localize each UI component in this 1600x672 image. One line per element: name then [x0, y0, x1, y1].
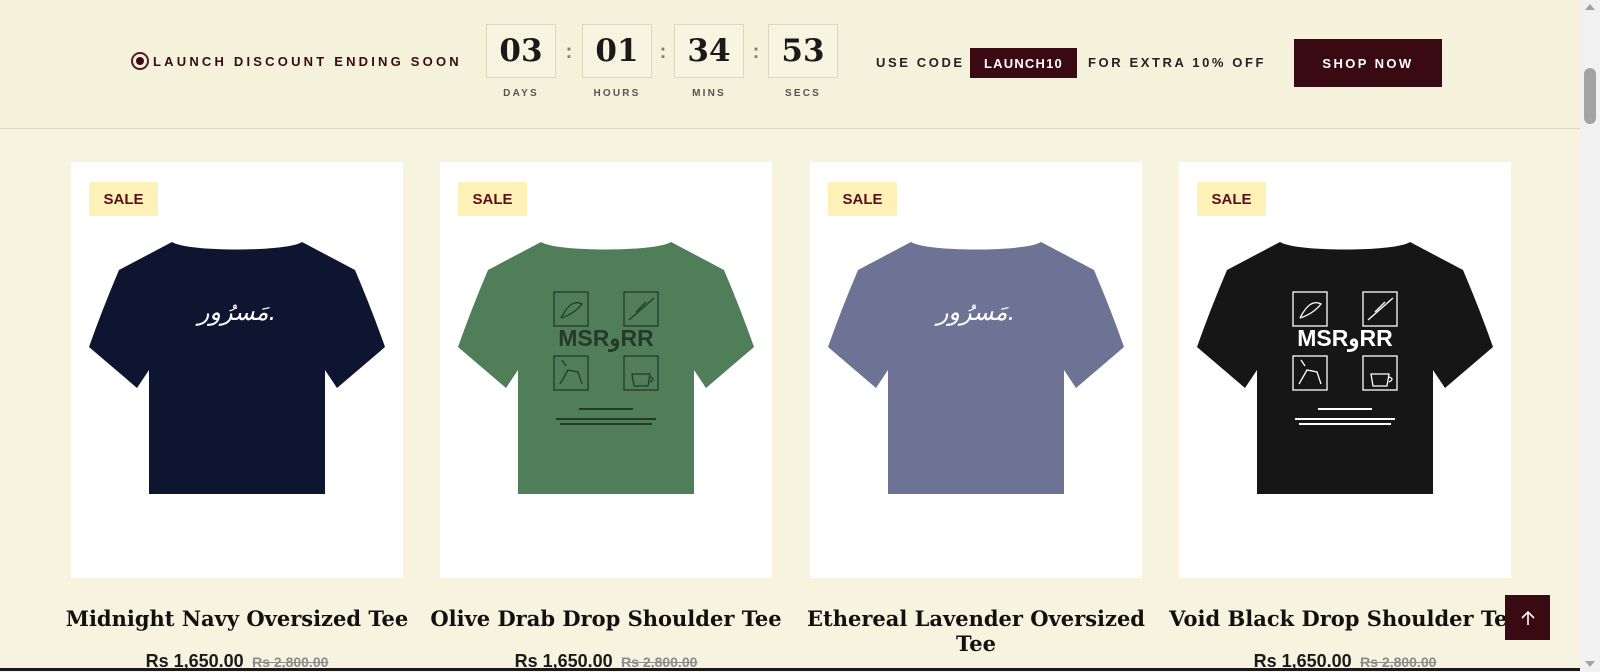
product-title[interactable]: Olive Drab Drop Shoulder Tee — [421, 606, 791, 631]
product-image[interactable]: MSRوRR — [1195, 240, 1495, 502]
scroll-up-arrow-icon[interactable] — [1585, 4, 1595, 10]
countdown-mins-value: 34 — [674, 24, 744, 78]
product-card[interactable]: SALE MSRوRR — [440, 162, 772, 578]
countdown-separator: : — [659, 41, 667, 63]
print-text: MSRوRR — [558, 325, 654, 353]
product-title-line[interactable]: Void Black Drop Shoulder Tee — [1160, 606, 1530, 631]
announcement-bar: LAUNCH DISCOUNT ENDING SOON 03 DAYS : 01… — [0, 0, 1580, 129]
sale-badge: SALE — [89, 182, 158, 216]
launch-discount-label-group: LAUNCH DISCOUNT ENDING SOON — [131, 52, 462, 70]
radio-dot-icon — [131, 52, 149, 70]
countdown-separator: : — [752, 41, 760, 63]
tshirt-body — [89, 242, 385, 494]
product-image[interactable]: مَسرُور. — [826, 240, 1126, 502]
sale-badge: SALE — [458, 182, 527, 216]
product-title-line[interactable]: Olive Drab Drop Shoulder Tee — [421, 606, 791, 631]
product-title[interactable]: Midnight Navy Oversized Tee — [52, 606, 422, 631]
product-image[interactable]: مَسرُور. — [87, 240, 387, 502]
product-image[interactable]: MSRوRR — [456, 240, 756, 502]
extra-discount-label: FOR EXTRA 10% OFF — [1088, 55, 1267, 70]
print-text: مَسرُور. — [934, 298, 1015, 326]
product-title[interactable]: Ethereal Lavender Oversized Tee — [791, 606, 1161, 656]
product-card[interactable]: SALE MSRوRR — [1179, 162, 1511, 578]
shop-now-button[interactable]: SHOP NOW — [1294, 39, 1442, 87]
product-title-line[interactable]: Midnight Navy Oversized Tee — [52, 606, 422, 631]
scroll-down-arrow-icon[interactable] — [1585, 661, 1595, 667]
tshirt-body — [828, 242, 1124, 494]
countdown-secs-label: SECS — [784, 88, 822, 99]
countdown-days-value: 03 — [486, 24, 556, 78]
product-title-line[interactable]: Ethereal Lavender Oversized — [791, 606, 1161, 631]
print-text: MSRوRR — [1297, 325, 1393, 353]
arrow-up-icon — [1520, 610, 1535, 625]
sale-badge: SALE — [1197, 182, 1266, 216]
sale-badge: SALE — [828, 182, 897, 216]
countdown-separator: : — [565, 41, 573, 63]
launch-discount-label: LAUNCH DISCOUNT ENDING SOON — [153, 53, 462, 69]
back-to-top-button[interactable] — [1505, 595, 1550, 640]
use-code-label: USE CODE — [876, 55, 965, 70]
tshirt-body — [1197, 242, 1493, 494]
page-scrollbar[interactable] — [1580, 0, 1600, 671]
scrollbar-thumb[interactable] — [1584, 68, 1596, 124]
product-card[interactable]: SALE مَسرُور. — [71, 162, 403, 578]
discount-code-badge: LAUNCH10 — [970, 48, 1077, 78]
product-title-line[interactable]: Tee — [791, 631, 1161, 656]
countdown-secs-value: 53 — [768, 24, 838, 78]
countdown-mins-label: MINS — [692, 88, 726, 99]
countdown-days-label: DAYS — [503, 88, 539, 99]
countdown-hours-value: 01 — [582, 24, 652, 78]
product-card[interactable]: SALE مَسرُور. — [810, 162, 1142, 578]
countdown-hours-label: HOURS — [593, 88, 641, 99]
tshirt-body — [458, 242, 754, 494]
product-title[interactable]: Void Black Drop Shoulder Tee — [1160, 606, 1530, 631]
print-text: مَسرُور. — [195, 298, 276, 326]
